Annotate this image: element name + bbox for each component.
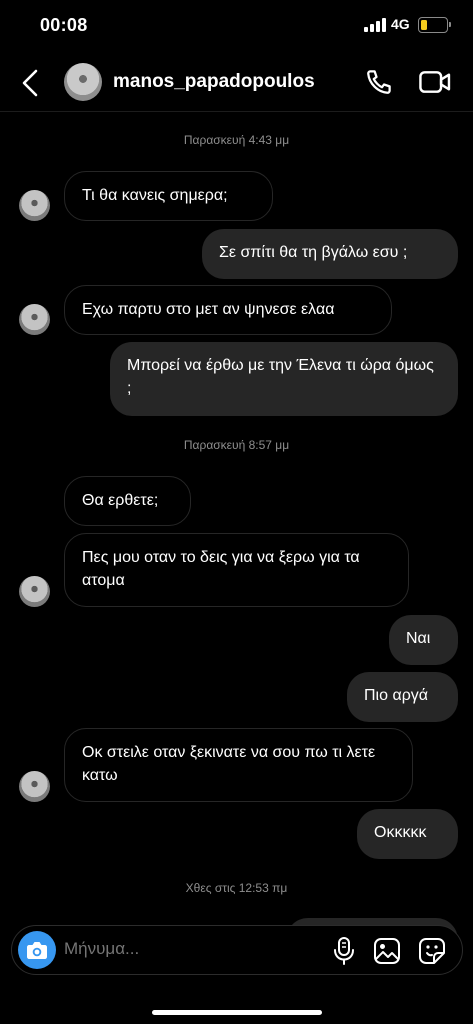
gallery-button[interactable] xyxy=(373,937,401,965)
status-bar: 00:08 4G xyxy=(0,0,473,52)
battery-icon xyxy=(418,17,451,33)
message-bubble-sent[interactable]: Πιο αργά xyxy=(347,672,458,722)
sticker-icon xyxy=(419,938,445,964)
avatar[interactable] xyxy=(19,190,50,221)
chat-header: manos_papadopoulos xyxy=(0,52,473,112)
sticker-button[interactable] xyxy=(418,937,446,965)
avatar[interactable] xyxy=(19,576,50,607)
message-thread[interactable]: Παρασκευή 4:43 μμ Τι θα κανεις σημερα; Σ… xyxy=(0,112,473,958)
avatar[interactable] xyxy=(19,771,50,802)
message-bubble-received[interactable]: Εχω παρτυ στο μετ αν ψηνεσε ελαα xyxy=(64,285,392,335)
image-icon xyxy=(374,938,400,964)
timestamp: Παρασκευή 8:57 μμ xyxy=(183,438,290,452)
network-type: 4G xyxy=(391,16,410,32)
timestamp: Παρασκευή 4:43 μμ xyxy=(183,133,290,147)
avatar[interactable] xyxy=(19,304,50,335)
camera-icon xyxy=(27,942,47,959)
message-bubble-sent[interactable]: Οκκκκκ xyxy=(357,809,458,859)
signal-icon xyxy=(364,18,386,32)
message-bubble-received[interactable]: Οκ στειλε οταν ξεκινατε να σου πω τι λετ… xyxy=(64,728,413,802)
message-bubble-received[interactable]: Τι θα κανεις σημερα; xyxy=(64,171,273,221)
video-call-button[interactable] xyxy=(418,67,452,97)
avatar[interactable] xyxy=(64,63,102,101)
message-input[interactable] xyxy=(64,939,264,959)
message-bubble-received[interactable]: Θα ερθετε; xyxy=(64,476,191,526)
timestamp: Χθες στις 12:53 πμ xyxy=(185,881,288,895)
message-bubble-received[interactable]: Πες μου οταν το δεις για να ξερω για τα … xyxy=(64,533,409,607)
microphone-icon xyxy=(334,937,354,965)
call-button[interactable] xyxy=(364,67,394,97)
chat-username[interactable]: manos_papadopoulos xyxy=(113,71,315,93)
back-button[interactable] xyxy=(14,66,48,100)
home-indicator[interactable] xyxy=(152,1010,322,1015)
message-bubble-sent[interactable]: Μπορεί να έρθω με την Έλενα τι ώρα όμως … xyxy=(110,342,458,416)
message-bubble-sent[interactable]: Σε σπίτι θα τη βγάλω εσυ ; xyxy=(202,229,458,279)
chevron-left-icon xyxy=(22,69,38,97)
status-time: 00:08 xyxy=(40,15,88,35)
video-camera-icon xyxy=(419,71,451,93)
message-composer xyxy=(11,925,463,975)
phone-icon xyxy=(367,70,391,94)
camera-button[interactable] xyxy=(18,931,56,969)
voice-message-button[interactable] xyxy=(332,936,356,966)
message-bubble-sent[interactable]: Ναι xyxy=(389,615,458,665)
